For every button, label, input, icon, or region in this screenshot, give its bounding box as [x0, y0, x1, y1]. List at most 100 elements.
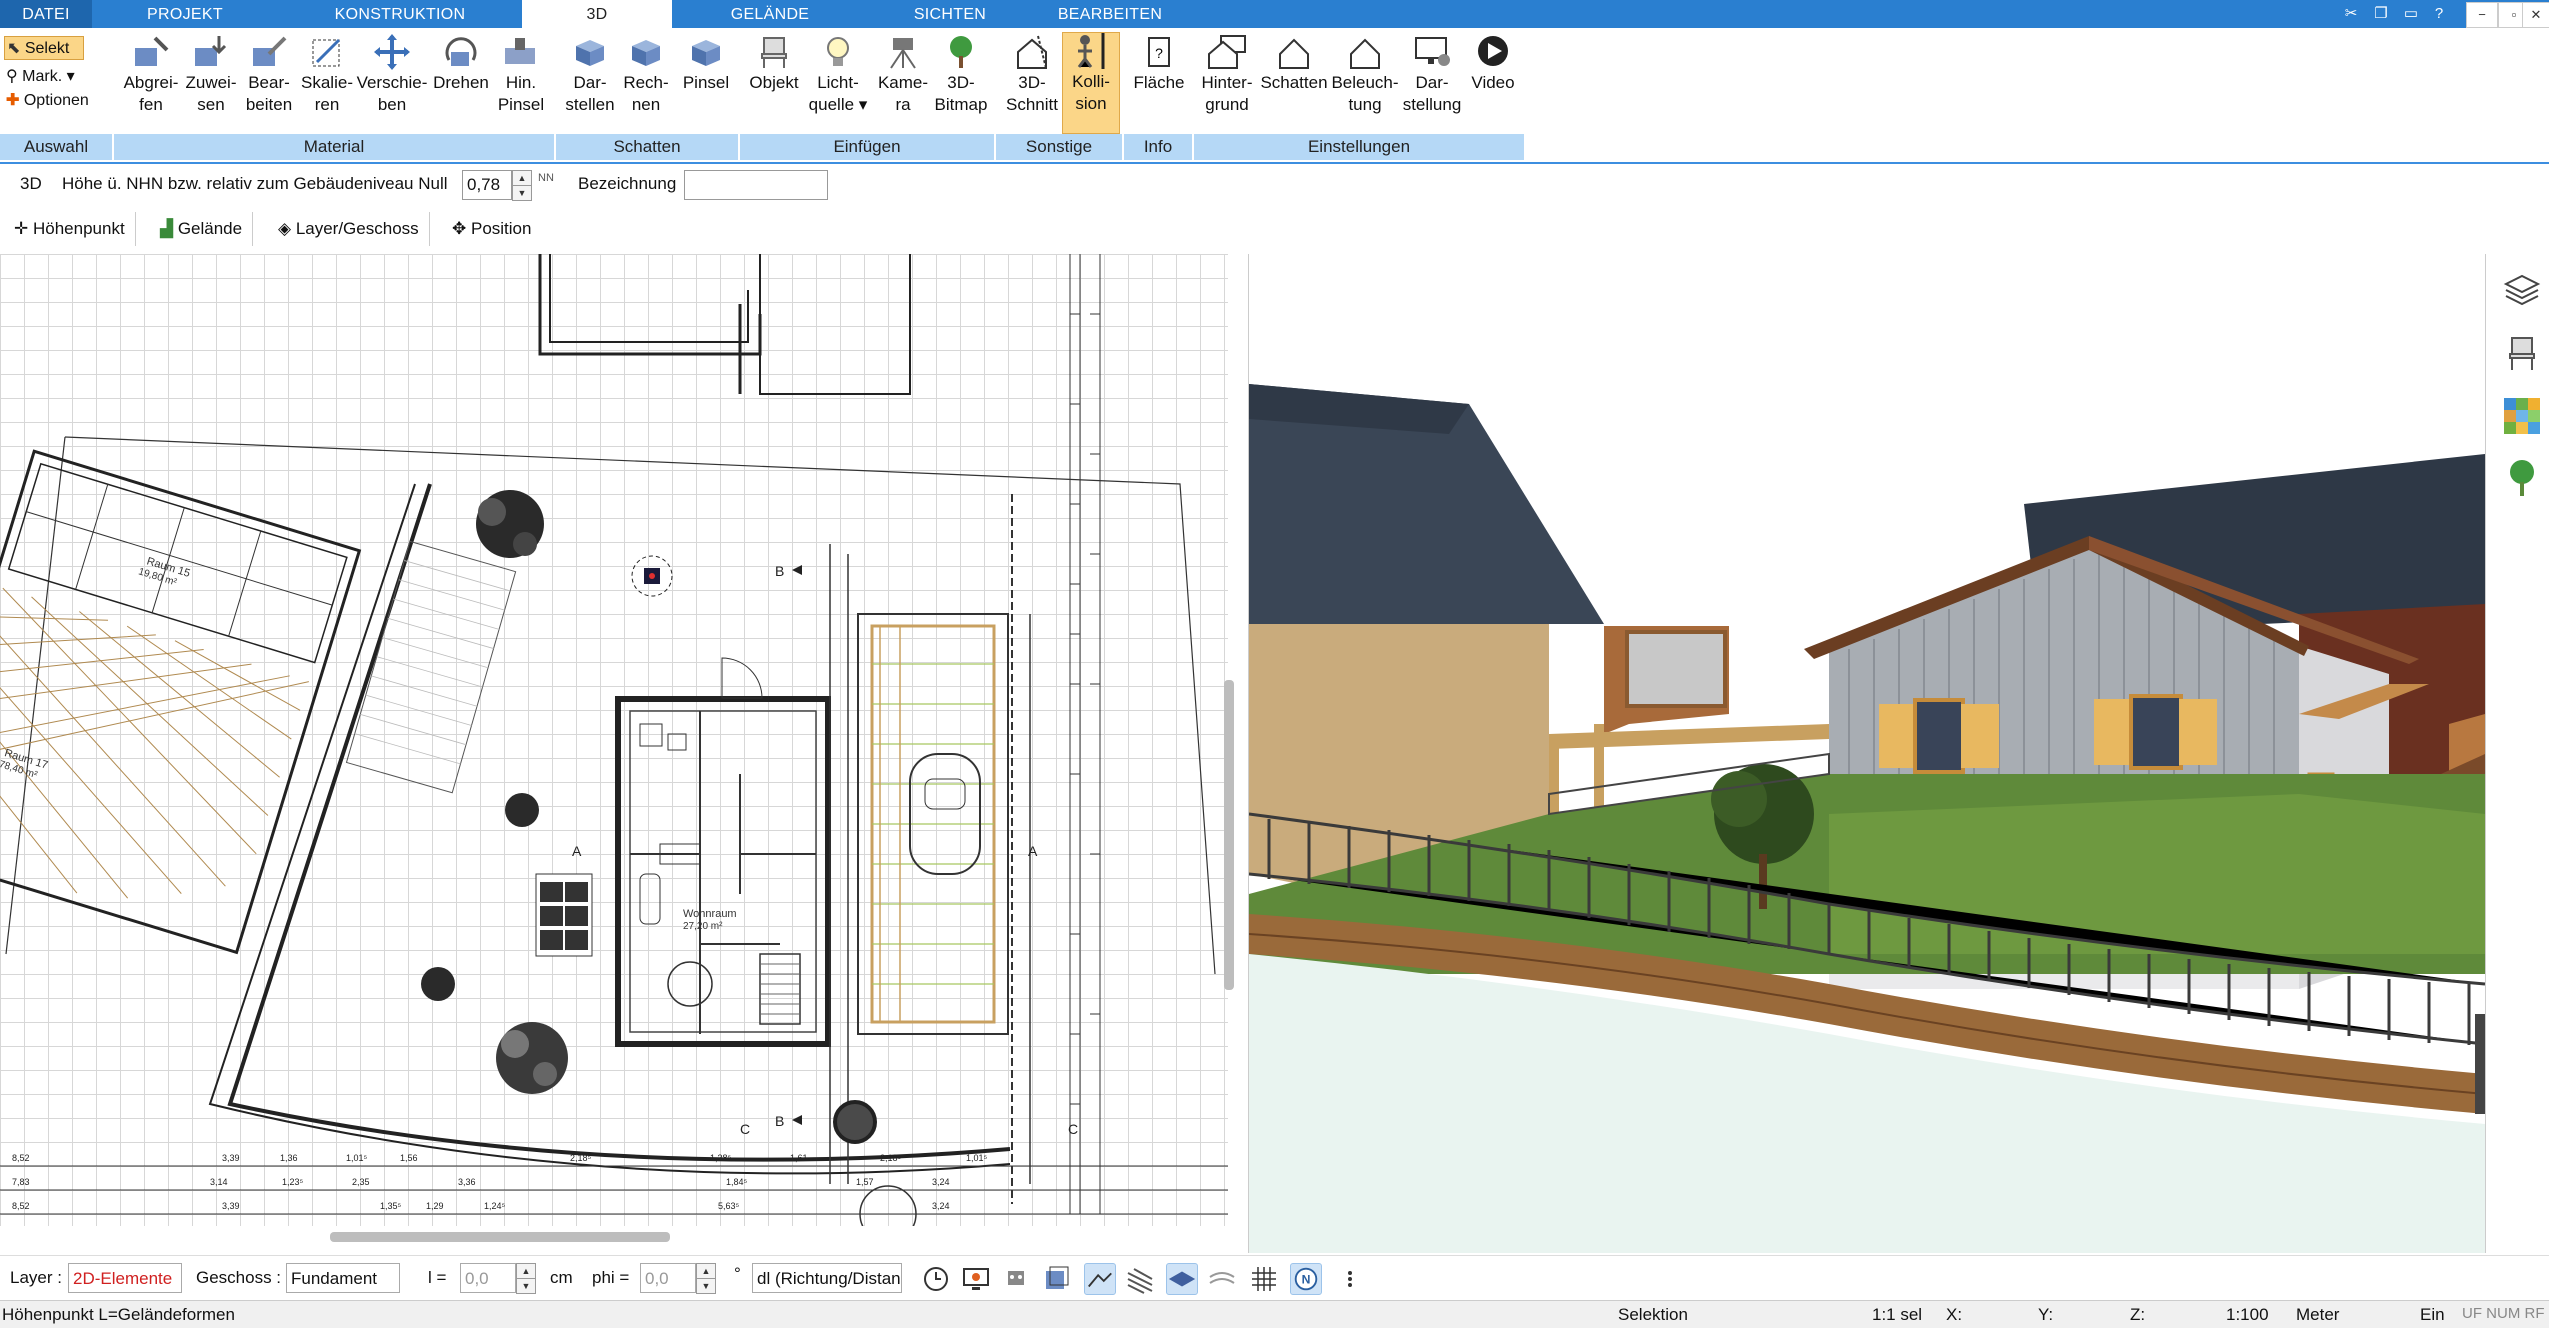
mark-button[interactable]: ⚲ Mark. ▾: [6, 66, 75, 88]
more-options-icon[interactable]: [1334, 1263, 1366, 1295]
plants-panel-icon[interactable]: [2502, 458, 2542, 498]
objects-panel-icon[interactable]: [2502, 334, 2542, 374]
ribbon-tab-bar: DATEI PROJEKT KONSTRUKTION 3D GELÄNDE SI…: [0, 0, 2549, 28]
svg-text:?: ?: [1155, 45, 1163, 61]
schnitt-3d-button[interactable]: 3D- Schnitt: [1000, 34, 1064, 116]
phi-spin-up[interactable]: ▲: [696, 1263, 716, 1279]
dimension-text: 1,35⁵: [380, 1201, 402, 1211]
window-icon[interactable]: ▭: [2400, 3, 2422, 25]
verschieben-button[interactable]: Verschie-ben: [352, 34, 432, 116]
terrain-mode-icon[interactable]: [1084, 1263, 1116, 1295]
drehen-button[interactable]: Drehen: [428, 34, 494, 94]
rechnen-button[interactable]: Rech-nen: [618, 34, 674, 116]
robot-icon[interactable]: [1000, 1263, 1032, 1295]
tab-projekt[interactable]: PROJEKT: [120, 0, 250, 28]
height-input[interactable]: 0,78: [462, 170, 512, 200]
height-spin-up[interactable]: ▲: [512, 170, 532, 186]
bezeichnung-label: Bezeichnung: [578, 174, 677, 193]
nn-toggle-icon[interactable]: NN: [538, 172, 554, 184]
section-icon: [1017, 35, 1047, 69]
length-input[interactable]: 0,0: [460, 1263, 516, 1293]
edit-material-icon: [253, 36, 287, 66]
copy-icon[interactable]: ❐: [2370, 3, 2392, 25]
tools-icon[interactable]: ✂: [2340, 3, 2362, 25]
layer-select[interactable]: 2D-Elemente: [68, 1263, 182, 1293]
phi-unit: °: [734, 1264, 741, 1283]
abgreifen-button[interactable]: Abgrei-fen: [118, 34, 184, 116]
length-spin-down[interactable]: ▼: [516, 1278, 536, 1294]
geschoss-select[interactable]: Fundament: [286, 1263, 400, 1293]
flaeche-button[interactable]: ? Fläche: [1128, 34, 1190, 94]
length-spin-up[interactable]: ▲: [516, 1263, 536, 1279]
layer-label: Layer :: [10, 1268, 62, 1287]
zuweisen-button[interactable]: Zuwei-sen: [180, 34, 242, 116]
svg-text:N: N: [1302, 1273, 1311, 1287]
phi-input[interactable]: 0,0: [640, 1263, 696, 1293]
hoehenpunkt-button[interactable]: ✛ Höhenpunkt: [14, 212, 136, 246]
phi-spin-down[interactable]: ▼: [696, 1278, 716, 1294]
move-arrows-icon: ✥: [452, 219, 467, 238]
close-button[interactable]: ✕: [2522, 2, 2549, 28]
svg-text:B: B: [775, 563, 784, 579]
optionen-button[interactable]: ✚ Optionen: [6, 90, 89, 112]
status-bar: Höhenpunkt L=Geländeformen Selektion 1:1…: [0, 1300, 2549, 1328]
direction-select[interactable]: dl (Richtung/Distanz): [752, 1263, 902, 1293]
tab-bearbeiten[interactable]: BEARBEITEN: [1040, 0, 1180, 28]
dimension-text: 3,36: [458, 1177, 476, 1187]
plane-icon[interactable]: [1166, 1263, 1198, 1295]
kamera-button[interactable]: Kame-ra: [872, 34, 934, 116]
materials-panel-icon[interactable]: [2502, 396, 2542, 436]
floor-plan-view[interactable]: Raum 15 19,80 m² Raum 17 78,40 m² Wohnra…: [0, 254, 1228, 1226]
minimize-button[interactable]: −: [2466, 2, 2498, 28]
pinsel-button[interactable]: Pinsel: [678, 34, 734, 94]
plan-vertical-scrollbar[interactable]: [1224, 680, 1234, 990]
cursor-icon: ⬉: [7, 40, 21, 57]
height-spin-down[interactable]: ▼: [512, 185, 532, 201]
hatch-icon[interactable]: [1124, 1263, 1156, 1295]
floor-plan-drawing: Raum 15 19,80 m² Raum 17 78,40 m² Wohnra…: [0, 254, 1228, 1226]
svg-text:27,20 m²: 27,20 m²: [683, 921, 723, 932]
layer-geschoss-button[interactable]: ◈ Layer/Geschoss: [278, 212, 430, 246]
group-sonstige: Sonstige: [996, 134, 1122, 160]
skalieren-button[interactable]: Skalie-ren: [296, 34, 358, 116]
dimension-text: 3,14: [210, 1177, 228, 1187]
hin-pinsel-button[interactable]: Hin. Pinsel: [490, 34, 552, 116]
video-button[interactable]: Video: [1464, 34, 1522, 94]
dimension-text: 3,24: [932, 1177, 950, 1187]
clock-icon[interactable]: [920, 1263, 952, 1295]
surface-icon[interactable]: [1206, 1263, 1238, 1295]
3d-view[interactable]: [1248, 254, 2486, 1253]
gelaende-button[interactable]: ▟ Gelände: [160, 212, 254, 246]
dimension-text: 1,01⁵: [346, 1153, 368, 1163]
tab-konstruktion[interactable]: KONSTRUKTION: [300, 0, 500, 28]
darstellen-button[interactable]: Dar-stellen: [558, 34, 622, 116]
plan-horizontal-scrollbar[interactable]: [330, 1232, 670, 1242]
objekt-button[interactable]: Objekt: [744, 34, 804, 94]
beleuchtung-button[interactable]: Beleuch-tung: [1330, 34, 1400, 116]
screen-icon[interactable]: [960, 1263, 992, 1295]
bezeichnung-input[interactable]: [684, 170, 828, 200]
status-y: Y:: [2038, 1305, 2054, 1324]
tab-3d[interactable]: 3D: [522, 0, 672, 28]
hintergrund-button[interactable]: Hinter-grund: [1196, 34, 1258, 116]
tab-gelaende[interactable]: GELÄNDE: [700, 0, 840, 28]
selekt-button[interactable]: ⬉ Selekt: [4, 36, 84, 60]
bitmap-3d-button[interactable]: 3D- Bitmap: [930, 34, 992, 116]
move-icon: [374, 34, 410, 70]
cube-icon[interactable]: [1040, 1263, 1072, 1295]
lichtquelle-button[interactable]: Licht-quelle ▾: [806, 34, 870, 116]
schatten-settings-button[interactable]: Schatten: [1258, 34, 1330, 94]
position-button[interactable]: ✥ Position: [452, 212, 541, 246]
north-icon[interactable]: N: [1290, 1263, 1322, 1295]
grid-icon[interactable]: [1248, 1263, 1280, 1295]
bottom-input-bar: Layer : 2D-Elemente Geschoss : Fundament…: [0, 1255, 2549, 1300]
status-z: Z:: [2130, 1305, 2146, 1324]
tab-datei[interactable]: DATEI: [0, 0, 92, 28]
kollision-button[interactable]: Kolli-sion: [1062, 32, 1120, 134]
pipette-icon: [135, 36, 169, 66]
tab-sichten[interactable]: SICHTEN: [880, 0, 1020, 28]
bearbeiten-button[interactable]: Bear-beiten: [238, 34, 300, 116]
help-icon[interactable]: ?: [2428, 3, 2450, 25]
darstellung-button[interactable]: Dar-stellung: [1400, 34, 1464, 116]
layers-panel-icon[interactable]: [2502, 270, 2542, 310]
